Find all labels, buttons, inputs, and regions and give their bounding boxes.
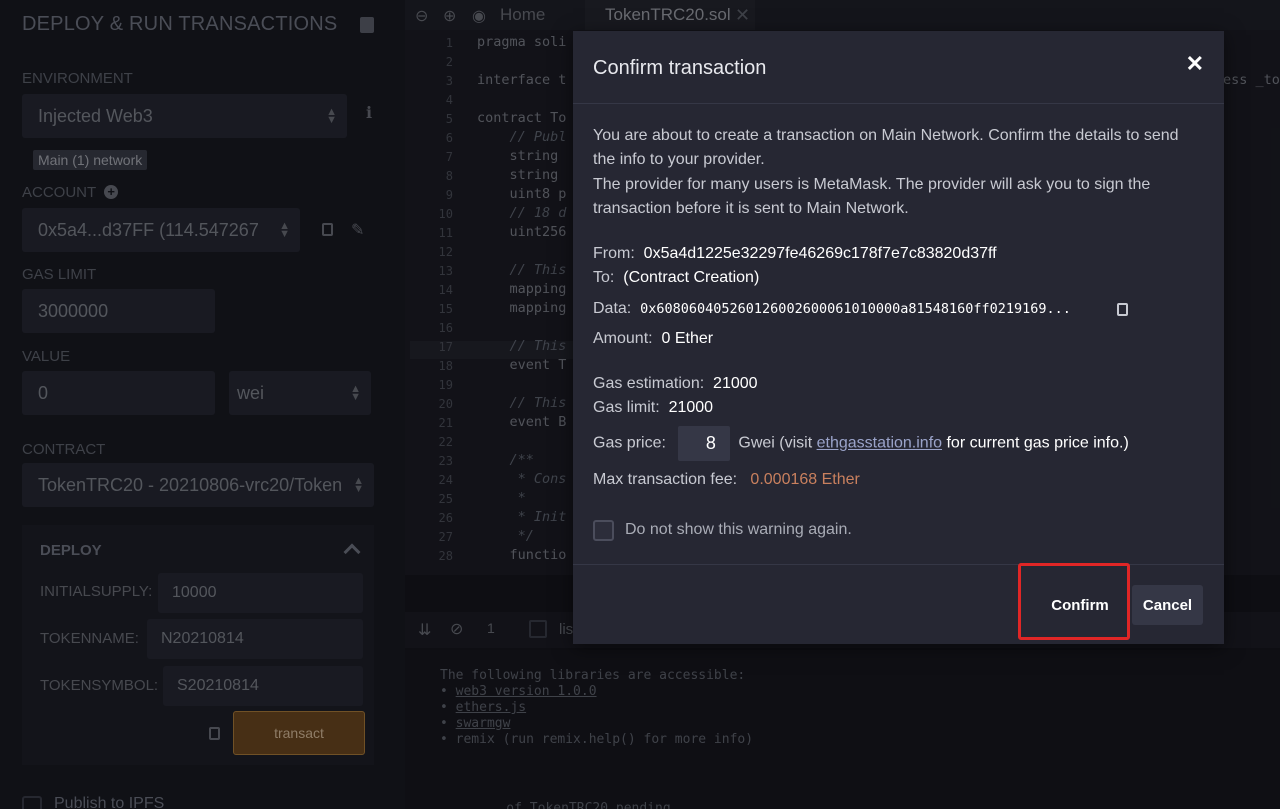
confirm-highlight-annotation [1018, 563, 1130, 640]
copy-icon[interactable] [1117, 303, 1128, 316]
gas-limit-value: 21000 [668, 399, 714, 416]
ethgasstation-link[interactable]: ethgasstation.info [817, 435, 942, 452]
amount-value: 0 Ether [661, 330, 714, 347]
close-icon[interactable]: ✕ [1186, 51, 1204, 77]
to-row: To: (Contract Creation) [593, 269, 760, 286]
gas-estimation-value: 21000 [713, 375, 758, 392]
from-address: 0x5a4d1225e32297fe46269c178f7e7c83820d37… [643, 245, 997, 262]
amount-row: Amount: 0 Ether [593, 330, 714, 347]
confirm-transaction-dialog: Confirm transaction ✕ You are about to c… [573, 31, 1224, 644]
dialog-intro-2: The provider for many users is MetaMask.… [593, 176, 1151, 217]
gas-limit-row: Gas limit: 21000 [593, 399, 714, 416]
data-value: 0x608060405260126002600061010000a8154816… [640, 301, 1071, 317]
cancel-button[interactable]: Cancel [1132, 585, 1203, 625]
gas-price-row: Gas price: 8 Gwei (visit ethgasstation.in… [593, 426, 1129, 461]
gas-estimation-row: Gas estimation: 21000 [593, 375, 758, 392]
max-fee-row: Max transaction fee: 0.000168 Ether [593, 471, 860, 488]
gas-price-input[interactable]: 8 [677, 426, 730, 461]
max-fee-value: 0.000168 Ether [750, 471, 860, 488]
dialog-title: Confirm transaction [593, 57, 767, 79]
dont-show-again-checkbox[interactable] [593, 520, 614, 541]
to-value: (Contract Creation) [623, 269, 760, 286]
dont-show-again-label: Do not show this warning again. [625, 521, 852, 538]
from-row: From: 0x5a4d1225e32297fe46269c178f7e7c83… [593, 245, 997, 262]
data-row: Data: 0x608060405260126002600061010000a8… [593, 300, 1128, 318]
dialog-intro-1: You are about to create a transaction on… [593, 127, 1179, 168]
dialog-header: Confirm transaction ✕ [573, 31, 1224, 104]
